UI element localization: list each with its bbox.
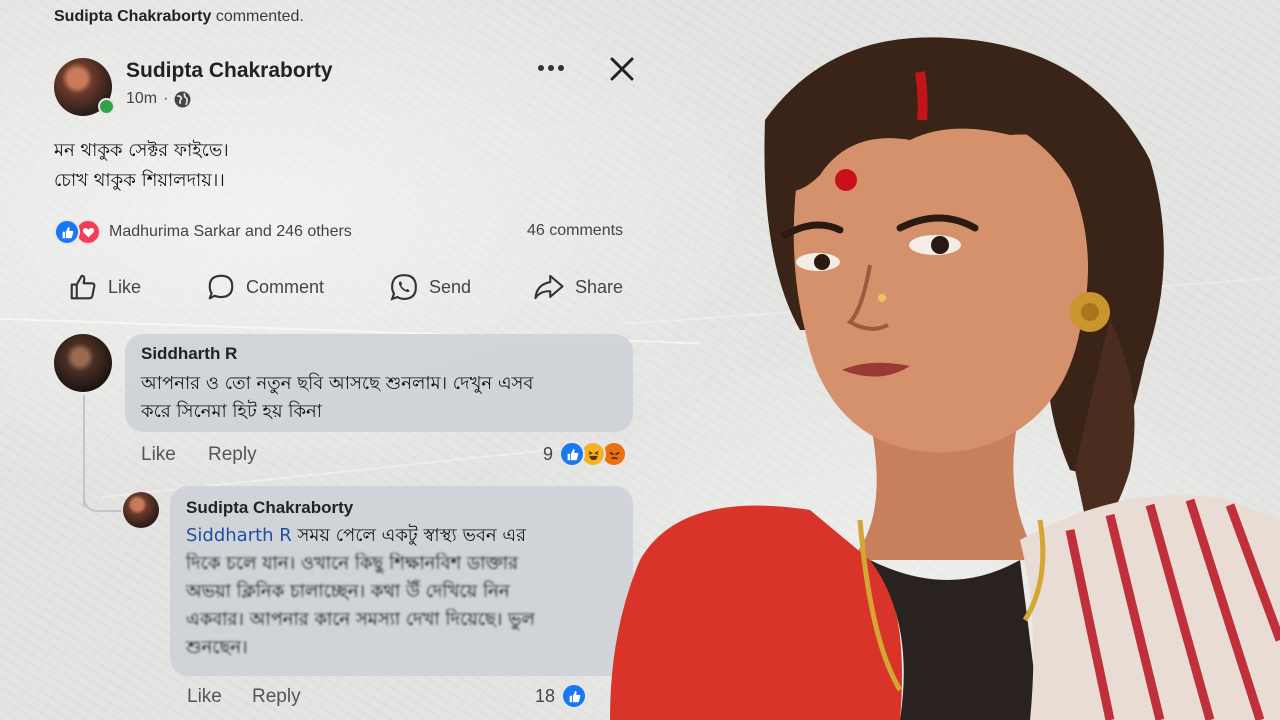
comment-line: করে সিনেমা হিট হয় কিনা <box>141 401 323 422</box>
comment-bubble: Siddharth R আপনার ও তো নতুন ছবি আসছে শুন… <box>125 334 633 432</box>
comment-like-link[interactable]: Like <box>141 444 176 466</box>
globe-icon <box>174 91 191 107</box>
commenter-avatar[interactable] <box>54 334 112 392</box>
post-author-name[interactable]: Sudipta Chakraborty <box>126 59 333 83</box>
send-label: Send <box>429 276 472 297</box>
thread-connector <box>83 490 121 512</box>
comment-author[interactable]: Siddharth R <box>141 344 237 364</box>
reply-author[interactable]: Sudipta Chakraborty <box>186 498 353 518</box>
comment-line: আপনার ও তো নতুন ছবি আসছে শুনলাম। দেখুন এ… <box>141 373 534 394</box>
like-button[interactable]: Like <box>68 272 141 302</box>
reply-like-link[interactable]: Like <box>187 686 222 708</box>
reply-line-rest: সময় পেলে একটু স্বাস্থ্য ভবন এর <box>291 525 526 546</box>
notification-author[interactable]: Sudipta Chakraborty <box>54 8 211 25</box>
comment-icon <box>208 274 234 300</box>
reply-reaction-count: 18 <box>535 685 556 706</box>
send-button[interactable]: Send <box>389 272 471 302</box>
reply-line: দিকে চলে যান। ওখানে কিছু শিক্ষানবিশ ডাক্… <box>186 553 519 574</box>
comment-reactions[interactable]: 9 <box>543 441 628 467</box>
reply-mention[interactable]: Siddharth R <box>186 525 292 546</box>
reply-reply-link[interactable]: Reply <box>252 686 301 708</box>
comment-label: Comment <box>246 276 325 297</box>
more-options-icon[interactable] <box>536 61 566 75</box>
post-line-2: চোখ থাকুক শিয়ালদায়।। <box>54 170 225 191</box>
thumbs-up-icon <box>70 274 96 300</box>
whatsapp-icon <box>390 274 417 301</box>
reply-line: অভয়া ক্লিনিক চালাচ্ছেন। কথা উঁ দেখিয়ে … <box>186 581 510 602</box>
like-label: Like <box>108 276 142 297</box>
post-meta: 10m · <box>126 90 191 108</box>
notification-header: Sudipta Chakraborty commented. <box>54 8 304 26</box>
comment-reaction-count: 9 <box>543 443 554 464</box>
reply-line: শুনছেন। <box>186 637 248 658</box>
reply-bubble: Sudipta Chakraborty Siddharth R সময় পেল… <box>170 486 633 676</box>
like-reaction-icon <box>54 219 80 245</box>
reactions-text[interactable]: Madhurima Sarkar and 246 others <box>109 223 352 241</box>
comment-reply-link[interactable]: Reply <box>208 444 257 466</box>
reply-author-avatar[interactable] <box>123 492 159 528</box>
notification-suffix: commented. <box>215 8 304 25</box>
reaction-summary[interactable]: Madhurima Sarkar and 246 others <box>54 219 352 245</box>
woman-photo <box>610 37 1280 720</box>
post-time[interactable]: 10m <box>126 90 157 108</box>
reply-line: একবার। আপনার কানে সমস্যা দেখা দিয়েছে। ভ… <box>186 609 535 630</box>
share-arrow-icon <box>534 274 564 300</box>
post-body: মন থাকুক সেক্টর ফাইভে। চোখ থাকুক শিয়ালদ… <box>54 136 229 196</box>
reply-text: Siddharth R সময় পেলে একটু স্বাস্থ্য ভবন… <box>186 522 626 662</box>
online-status-dot <box>98 98 115 115</box>
comment-text: আপনার ও তো নতুন ছবি আসছে শুনলাম। দেখুন এ… <box>141 370 533 426</box>
meta-separator: · <box>163 90 169 107</box>
comment-button[interactable]: Comment <box>206 272 324 302</box>
like-reaction-icon <box>559 441 586 467</box>
reply-line: Siddharth R সময় পেলে একটু স্বাস্থ্য ভবন… <box>186 522 626 550</box>
post-line-1: মন থাকুক সেক্টর ফাইভে। <box>54 140 229 161</box>
